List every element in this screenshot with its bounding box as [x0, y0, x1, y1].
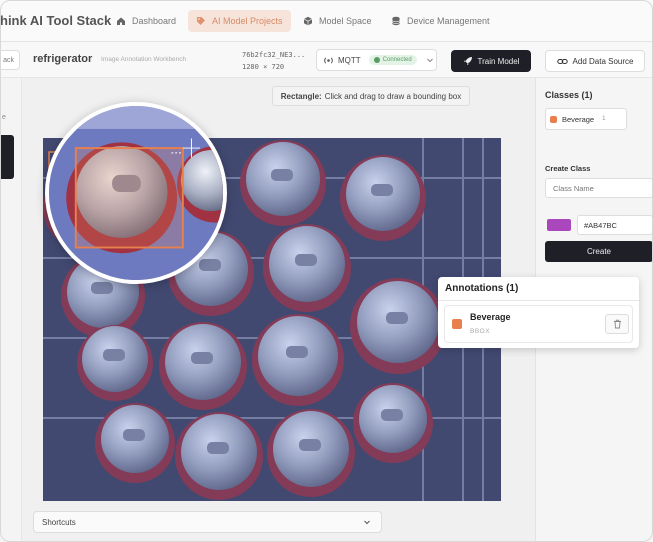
tool-hint-text: Click and drag to draw a bounding box: [324, 91, 462, 101]
classes-title: Classes (1): [545, 90, 593, 100]
shortcuts-panel[interactable]: Shortcuts: [33, 511, 382, 533]
left-sidebar: e: [0, 78, 22, 542]
nav-item-device-management[interactable]: Device Management: [383, 10, 498, 32]
class-color-swatch: [550, 115, 557, 123]
add-data-source-button[interactable]: Add Data Source: [545, 50, 645, 72]
trash-icon: [613, 319, 621, 329]
home-icon: [117, 17, 125, 25]
nav-item-ai-model-projects[interactable]: AI Model Projects: [188, 10, 291, 32]
mqtt-label: MQTT: [338, 55, 361, 65]
top-navigation: hink AI Tool Stack Dashboard AI Model Pr…: [0, 0, 653, 42]
project-title: refrigerator: [33, 53, 93, 65]
class-chip-beverage[interactable]: Beverage 1: [545, 108, 627, 130]
annotation-color-swatch: [452, 319, 462, 329]
class-name: Beverage: [562, 114, 595, 124]
annotation-item[interactable]: Beverage BBOX: [444, 305, 633, 343]
train-model-button[interactable]: Train Model: [451, 50, 531, 72]
left-sidebar-text: e: [2, 114, 6, 121]
status-badge: Connected: [368, 55, 417, 65]
check-circle-icon: [373, 57, 380, 63]
nav-item-label: AI Model Projects: [212, 16, 283, 26]
chevron-down-icon: [364, 520, 370, 525]
link-icon: [556, 58, 568, 64]
annotations-panel: Annotations (1) Beverage BBOX: [438, 277, 639, 348]
annotation-type: BBOX: [470, 328, 491, 335]
delete-annotation-button[interactable]: [605, 314, 629, 334]
mqtt-selector[interactable]: MQTT Connected: [316, 49, 437, 71]
divider: [438, 300, 639, 301]
cube-icon: [303, 16, 313, 26]
train-label: Train Model: [477, 56, 520, 66]
nav-item-model-space[interactable]: Model Space: [295, 10, 380, 32]
class-name-input[interactable]: [545, 178, 653, 198]
tool-hint: Rectangle: Click and drag to draw a boun…: [272, 86, 470, 106]
annotation-label: Beverage: [470, 312, 511, 322]
class-count: 1: [602, 116, 606, 122]
shortcuts-label: Shortcuts: [42, 517, 76, 527]
image-meta: 76b2fc32_NE3... 1280 × 720: [242, 49, 305, 73]
datasource-label: Add Data Source: [572, 56, 634, 66]
tag-icon: [197, 17, 205, 25]
chevron-down-icon: [426, 58, 433, 63]
color-picker-swatch[interactable]: [547, 219, 571, 231]
magnifier-loupe: [45, 102, 227, 284]
create-class-button[interactable]: Create: [545, 241, 653, 262]
image-id: 76b2fc32_NE3...: [242, 51, 306, 59]
create-class-title: Create Class: [545, 164, 591, 173]
annotations-title: Annotations (1): [445, 283, 519, 294]
rocket-icon: [463, 57, 472, 65]
back-label: ack: [3, 56, 14, 64]
nav-item-label: Dashboard: [132, 16, 177, 26]
color-hex-input[interactable]: [577, 215, 653, 235]
project-subtitle: Image Annotation Workbench: [101, 56, 187, 63]
image-size: 1280 × 720: [242, 63, 285, 71]
app-brand: hink AI Tool Stack: [0, 13, 112, 28]
broadcast-icon: [324, 56, 333, 64]
nav-item-label: Device Management: [407, 16, 490, 26]
project-toolbar: ack refrigerator Image Annotation Workbe…: [0, 42, 653, 78]
nav-item-dashboard[interactable]: Dashboard: [108, 10, 184, 32]
status-text: Connected: [382, 57, 412, 63]
create-label: Create: [586, 247, 611, 256]
back-button[interactable]: ack: [0, 50, 20, 70]
left-sidebar-button[interactable]: [0, 135, 14, 179]
nav-item-label: Model Space: [319, 16, 372, 26]
tool-hint-tool: Rectangle:: [280, 91, 322, 101]
bounding-box-zoomed: [74, 147, 184, 249]
database-icon: [392, 16, 400, 26]
